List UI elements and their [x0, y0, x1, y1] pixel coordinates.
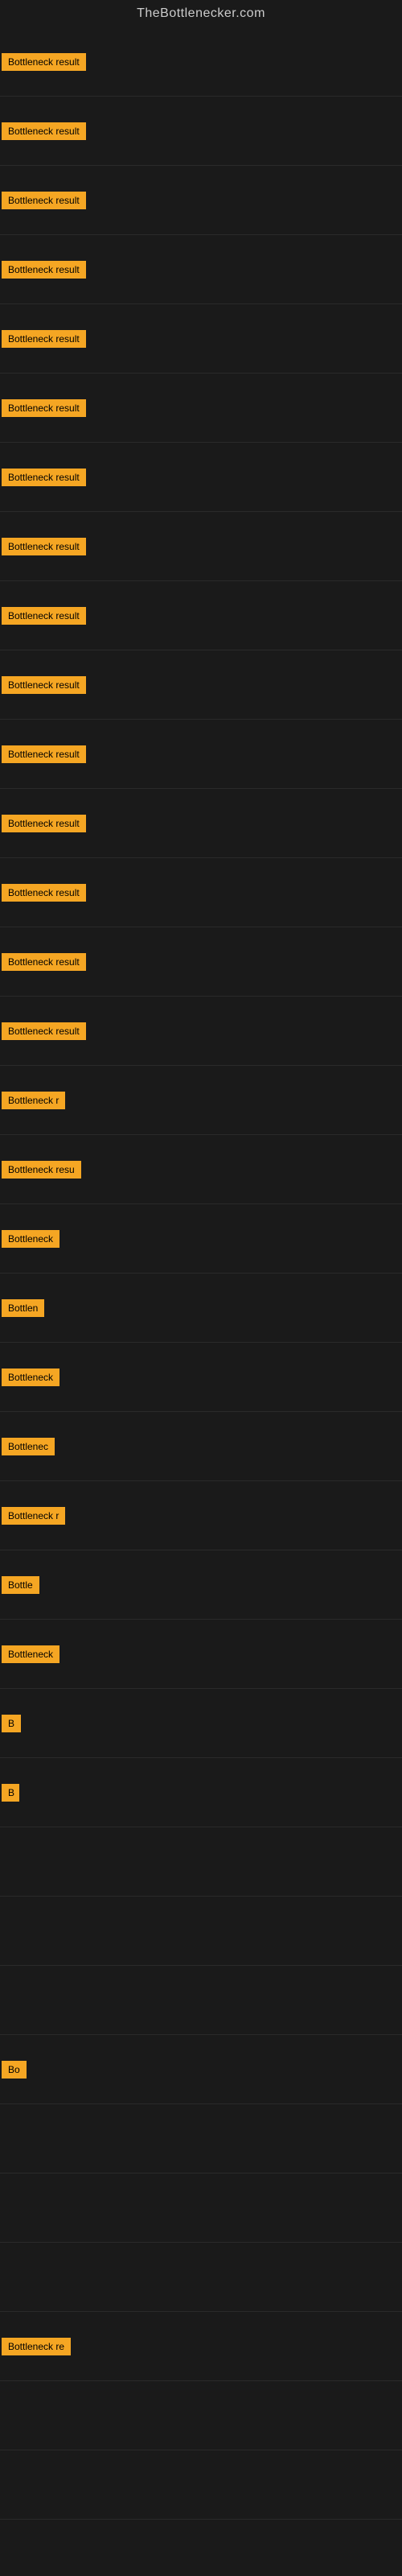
result-row-8: Bottleneck result: [0, 512, 402, 581]
result-row-5: Bottleneck result: [0, 304, 402, 374]
result-row-28: [0, 1897, 402, 1966]
result-row-27: [0, 1827, 402, 1897]
result-row-35: [0, 2381, 402, 2450]
result-row-29: [0, 1966, 402, 2035]
result-row-3: Bottleneck result: [0, 166, 402, 235]
result-row-12: Bottleneck result: [0, 789, 402, 858]
bottleneck-badge-34[interactable]: Bottleneck re: [2, 2338, 71, 2355]
bottleneck-badge-15[interactable]: Bottleneck result: [2, 1022, 86, 1040]
bottleneck-badge-3[interactable]: Bottleneck result: [2, 192, 86, 209]
bottleneck-badge-11[interactable]: Bottleneck result: [2, 745, 86, 763]
bottleneck-badge-7[interactable]: Bottleneck result: [2, 469, 86, 486]
result-row-13: Bottleneck result: [0, 858, 402, 927]
bottleneck-badge-9[interactable]: Bottleneck result: [2, 607, 86, 625]
bottleneck-badge-4[interactable]: Bottleneck result: [2, 261, 86, 279]
bottleneck-badge-10[interactable]: Bottleneck result: [2, 676, 86, 694]
bottleneck-badge-16[interactable]: Bottleneck r: [2, 1092, 65, 1109]
result-row-14: Bottleneck result: [0, 927, 402, 997]
result-row-24: Bottleneck: [0, 1620, 402, 1689]
site-title: TheBottlenecker.com: [0, 0, 402, 27]
result-row-19: Bottlen: [0, 1274, 402, 1343]
result-row-32: [0, 2174, 402, 2243]
result-row-15: Bottleneck result: [0, 997, 402, 1066]
bottleneck-badge-20[interactable]: Bottleneck: [2, 1368, 59, 1386]
bottleneck-badge-25[interactable]: B: [2, 1715, 21, 1732]
bottleneck-badge-30[interactable]: Bo: [2, 2061, 27, 2079]
result-row-34: Bottleneck re: [0, 2312, 402, 2381]
bottleneck-badge-5[interactable]: Bottleneck result: [2, 330, 86, 348]
bottleneck-badge-13[interactable]: Bottleneck result: [2, 884, 86, 902]
result-row-30: Bo: [0, 2035, 402, 2104]
result-row-9: Bottleneck result: [0, 581, 402, 650]
bottleneck-badge-1[interactable]: Bottleneck result: [2, 53, 86, 71]
bottleneck-badge-8[interactable]: Bottleneck result: [2, 538, 86, 555]
result-row-33: [0, 2243, 402, 2312]
bottleneck-badge-26[interactable]: B: [2, 1784, 19, 1802]
result-row-10: Bottleneck result: [0, 650, 402, 720]
result-row-16: Bottleneck r: [0, 1066, 402, 1135]
result-row-1: Bottleneck result: [0, 27, 402, 97]
bottleneck-badge-12[interactable]: Bottleneck result: [2, 815, 86, 832]
result-row-22: Bottleneck r: [0, 1481, 402, 1550]
result-row-6: Bottleneck result: [0, 374, 402, 443]
result-row-20: Bottleneck: [0, 1343, 402, 1412]
site-header: TheBottlenecker.com: [0, 0, 402, 27]
bottleneck-badge-24[interactable]: Bottleneck: [2, 1645, 59, 1663]
bottleneck-badge-18[interactable]: Bottleneck: [2, 1230, 59, 1248]
result-row-23: Bottle: [0, 1550, 402, 1620]
result-row-36: [0, 2450, 402, 2520]
bottleneck-badge-2[interactable]: Bottleneck result: [2, 122, 86, 140]
result-row-7: Bottleneck result: [0, 443, 402, 512]
result-row-21: Bottlenec: [0, 1412, 402, 1481]
result-row-26: B: [0, 1758, 402, 1827]
bottleneck-badge-23[interactable]: Bottle: [2, 1576, 39, 1594]
result-row-17: Bottleneck resu: [0, 1135, 402, 1204]
result-row-18: Bottleneck: [0, 1204, 402, 1274]
bottleneck-badge-6[interactable]: Bottleneck result: [2, 399, 86, 417]
bottleneck-badge-22[interactable]: Bottleneck r: [2, 1507, 65, 1525]
bottleneck-container: Bottleneck result Bottleneck result Bottle…: [0, 27, 402, 2520]
bottleneck-badge-14[interactable]: Bottleneck result: [2, 953, 86, 971]
result-row-31: [0, 2104, 402, 2174]
bottleneck-badge-21[interactable]: Bottlenec: [2, 1438, 55, 1455]
result-row-4: Bottleneck result: [0, 235, 402, 304]
result-row-2: Bottleneck result: [0, 97, 402, 166]
result-row-25: B: [0, 1689, 402, 1758]
bottleneck-badge-17[interactable]: Bottleneck resu: [2, 1161, 81, 1179]
result-row-11: Bottleneck result: [0, 720, 402, 789]
bottleneck-badge-19[interactable]: Bottlen: [2, 1299, 44, 1317]
